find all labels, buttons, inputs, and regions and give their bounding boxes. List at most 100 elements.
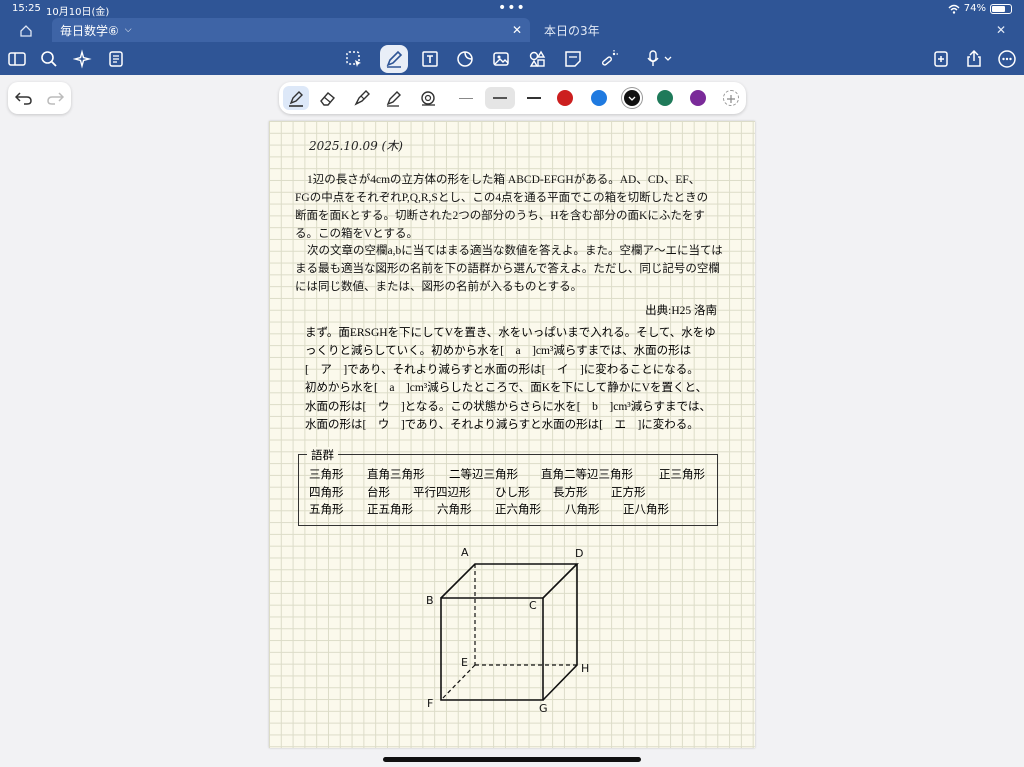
word: 六角形 <box>437 504 472 516</box>
color-swatch-purple[interactable] <box>690 90 706 106</box>
laser-icon[interactable] <box>596 46 622 72</box>
battery-percent: 74% <box>963 3 986 14</box>
story-line: [ ア ]であり、それより減らすと水面の形は[ イ ]に変わることになる。 <box>305 363 699 376</box>
mic-icon[interactable] <box>642 46 678 72</box>
problem-line-3: 断面を面Kとする。切断された2つの部分のうち、Hを含む部分の面Kにふたをす <box>295 210 705 222</box>
shapes-icon[interactable] <box>524 46 550 72</box>
tab-mainichi-sugaku[interactable]: 毎日数学⑥ ⌵ ✕ <box>52 18 530 42</box>
label-d: D <box>575 547 583 560</box>
sidebar-icon[interactable] <box>4 46 30 72</box>
label-b: B <box>426 594 434 607</box>
story-line: っくりと減らしていく。初めから水を[ a ]cm³減らすまでは、水面の形は <box>305 345 692 358</box>
thickness-medium[interactable] <box>485 87 515 109</box>
word: 台形 <box>367 487 390 499</box>
word: 八角形 <box>565 504 600 516</box>
tape-icon[interactable] <box>415 86 441 110</box>
note-icon[interactable] <box>560 46 586 72</box>
home-icon[interactable] <box>14 21 38 41</box>
pencil-icon[interactable] <box>381 86 407 110</box>
pen-icon[interactable] <box>380 45 408 73</box>
problem-line-2: FGの中点をそれぞれP,Q,R,Sとし、この4点を通る平面でこの箱を切断したとき… <box>295 192 709 204</box>
fountain-pen-icon[interactable] <box>283 86 309 110</box>
undo-icon[interactable] <box>14 91 33 105</box>
word: 直角三角形 <box>367 469 425 481</box>
label-e: E <box>461 656 468 669</box>
label-h: H <box>581 662 589 675</box>
color-swatch-red[interactable] <box>557 90 573 106</box>
eraser-icon[interactable] <box>315 86 341 110</box>
word: ひし形 <box>495 487 530 499</box>
highlighter-icon[interactable] <box>349 86 375 110</box>
word: 五角形 <box>309 504 344 516</box>
lasso-icon[interactable] <box>341 46 367 72</box>
word: 正五角形 <box>367 504 413 516</box>
source-citation: 出典:H25 洛南 <box>645 305 717 317</box>
status-right: 74% <box>948 3 1012 14</box>
undo-redo-group <box>8 82 71 114</box>
status-time: 15:25 <box>12 3 41 14</box>
color-swatch-green[interactable] <box>657 90 673 106</box>
story-line: 水面の形は[ ウ ]となる。この状態からさらに水を[ b ]cm³減らすまでは、 <box>305 400 711 413</box>
add-color-icon[interactable] <box>723 90 739 106</box>
problem-line-6: まる最も適当な図形の名前を下の語群から選んで答えよ。ただし、同じ記号の空欄 <box>295 263 720 275</box>
word: 正八角形 <box>623 504 669 516</box>
search-icon[interactable] <box>36 46 62 72</box>
close-icon[interactable]: ✕ <box>512 23 522 37</box>
problem-line-5: 次の文章の空欄a,bに当てはまる適当な数値を答えよ。また。空欄ア～エに当ては <box>307 245 723 257</box>
note-page[interactable]: 2025.10.09 (木) 1辺の長さが4cmの立方体の形をした箱 ABCD-… <box>269 121 755 748</box>
problem-line-1: 1辺の長さが4cmの立方体の形をした箱 ABCD-EFGHがある。AD、CD、E… <box>307 174 701 186</box>
word: 三角形 <box>309 469 344 481</box>
home-indicator[interactable] <box>383 757 641 762</box>
multitask-dots-icon[interactable]: ••• <box>498 0 526 16</box>
story-line: まず。面ERSGHを下にしてVを置き、水をいっぱいまで入れる。そして、水をゆ <box>305 327 716 339</box>
tab-label: 本日の3年 <box>544 23 600 38</box>
notes-icon[interactable] <box>103 46 129 72</box>
tab-honjitsu-3nen[interactable]: 本日の3年 ✕ <box>536 18 1014 42</box>
story-text: まず。面ERSGHを下にしてVを置き、水をいっぱいまで入れる。そして、水をゆ っ… <box>305 324 727 434</box>
chevron-down-icon[interactable]: ⌵ <box>125 25 132 35</box>
label-g: G <box>539 702 548 715</box>
close-icon[interactable]: ✕ <box>996 23 1006 37</box>
label-f: F <box>427 697 433 710</box>
status-date: 10月10日(金) <box>46 7 110 18</box>
wifi-icon <box>948 4 960 14</box>
textbox-icon[interactable] <box>417 46 443 72</box>
image-icon[interactable] <box>488 46 514 72</box>
cube-diagram: A D B C E H F G <box>426 546 589 715</box>
word: 正方形 <box>611 487 646 499</box>
color-swatch-blue[interactable] <box>591 90 607 106</box>
cube-front-face <box>440 597 544 701</box>
label-a: A <box>461 546 469 559</box>
handwritten-date: 2025.10.09 (木) <box>309 139 403 153</box>
share-icon[interactable] <box>961 46 987 72</box>
word: 二等辺三角形 <box>449 469 518 481</box>
cube-top-edges <box>440 563 579 599</box>
new-page-icon[interactable] <box>928 46 954 72</box>
label-c: C <box>529 599 537 612</box>
word: 四角形 <box>309 487 344 499</box>
tab-label: 毎日数学⑥ <box>60 23 119 38</box>
sticker-icon[interactable] <box>452 46 478 72</box>
pen-tray <box>279 82 746 114</box>
word: 長方形 <box>553 487 588 499</box>
cube-right-edges <box>542 564 578 701</box>
word: 正三角形 <box>659 469 705 481</box>
word: 正六角形 <box>495 504 541 516</box>
thickness-thick[interactable] <box>519 87 549 109</box>
problem-line-4: る。この箱をVとする。 <box>295 228 418 240</box>
problem-line-7: には同じ数値、または、図形の名前が入るものとする。 <box>295 281 583 293</box>
sparkle-icon[interactable] <box>70 46 96 72</box>
word: 平行四辺形 <box>413 487 471 499</box>
redo-icon[interactable] <box>46 91 65 105</box>
word-group-title: 語群 <box>307 447 338 463</box>
story-line: 初めから水を[ a ]cm³減らしたところで、面Kを下にして静かにVを置くと、 <box>305 382 708 395</box>
more-icon[interactable] <box>994 46 1020 72</box>
word-group-box: 語群 三角形 直角三角形 二等辺三角形 直角二等辺三角形 正三角形 四角形 台形… <box>298 447 718 526</box>
word: 直角二等辺三角形 <box>541 469 633 481</box>
color-swatch-black[interactable] <box>624 90 640 106</box>
battery-icon <box>990 3 1012 14</box>
app-header: 15:25 10月10日(金) ••• 74% 毎日数学⑥ ⌵ ✕ 本日の3年 … <box>0 0 1024 75</box>
story-line: 水面の形は[ ウ ]であり、それより減らすと水面の形は[ エ ]に変わる。 <box>305 419 699 432</box>
thickness-thin[interactable] <box>451 87 481 109</box>
battery-fill <box>992 5 1006 12</box>
